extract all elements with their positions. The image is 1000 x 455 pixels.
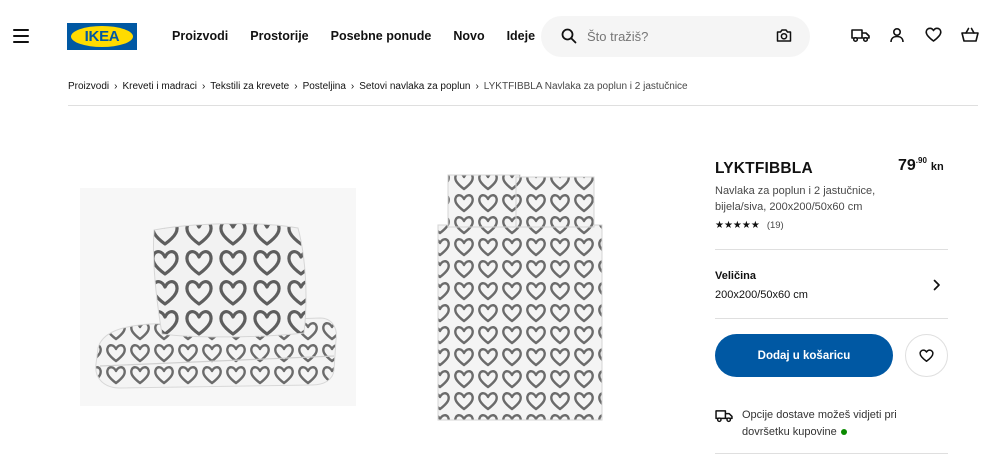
- menu-icon[interactable]: [13, 29, 29, 43]
- heart-icon: [919, 348, 934, 362]
- breadcrumb-current: LYKTFIBBLA Navlaka za poplun i 2 jastučn…: [483, 81, 688, 92]
- search-input[interactable]: Što tražiš?: [541, 16, 810, 57]
- chevron-right-icon: ›: [475, 81, 479, 92]
- cart-icon[interactable]: [961, 27, 979, 43]
- main-nav: Proizvodi Prostorije Posebne ponude Novo…: [172, 29, 557, 43]
- chevron-right-icon: ›: [114, 81, 118, 92]
- size-label: Veličina: [715, 270, 756, 282]
- breadcrumb-item-tekstili[interactable]: Tekstili za krevete: [210, 81, 289, 92]
- truck-icon: [715, 410, 733, 423]
- star-rating-icon: ★★★★★: [715, 220, 760, 231]
- product-title: LYKTFIBBLA: [715, 160, 813, 177]
- product-description: Navlaka za poplun i 2 jastučnice, bijela…: [715, 185, 876, 213]
- product-price: 79.90kn: [898, 156, 944, 175]
- nav-item-proizvodi[interactable]: Proizvodi: [172, 29, 228, 43]
- divider: [68, 105, 978, 106]
- status-dot-icon: [840, 429, 847, 436]
- breadcrumb-item-setovi[interactable]: Setovi navlaka za poplun: [359, 81, 470, 92]
- rating-count: (19): [766, 220, 784, 231]
- favourite-button[interactable]: [905, 334, 948, 377]
- camera-icon[interactable]: [776, 28, 792, 43]
- delivery-info: Opcije dostave možeš vidjeti pri dovršet…: [742, 407, 922, 441]
- divider: [715, 249, 948, 250]
- site-header: IKEA Proizvodi Prostorije Posebne ponude…: [0, 0, 1000, 72]
- breadcrumb-item-proizvodi[interactable]: Proizvodi: [68, 81, 109, 92]
- search-icon: [561, 28, 577, 44]
- breadcrumb-item-kreveti[interactable]: Kreveti i madraci: [122, 81, 196, 92]
- search-placeholder: Što tražiš?: [587, 29, 649, 44]
- nav-item-posebne-ponude[interactable]: Posebne ponude: [331, 29, 432, 43]
- chevron-right-icon: ›: [294, 81, 298, 92]
- heart-icon[interactable]: [925, 27, 942, 43]
- product-image-secondary[interactable]: [428, 170, 608, 425]
- truck-icon[interactable]: [851, 27, 870, 43]
- add-to-cart-button[interactable]: Dodaj u košaricu: [715, 334, 893, 377]
- product-image-main[interactable]: [80, 188, 356, 406]
- user-icon[interactable]: [889, 27, 905, 43]
- breadcrumb: Proizvodi › Kreveti i madraci › Tekstili za …: [68, 81, 688, 92]
- nav-item-ideje[interactable]: Ideje: [507, 29, 536, 43]
- ikea-logo[interactable]: IKEA: [67, 23, 137, 50]
- breadcrumb-item-posteljina[interactable]: Posteljina: [303, 81, 346, 92]
- size-value: 200x200/50x60 cm: [715, 289, 808, 301]
- nav-item-novo[interactable]: Novo: [453, 29, 484, 43]
- chevron-right-icon: [933, 279, 940, 291]
- price-integer: 79: [898, 157, 916, 174]
- nav-item-prostorije[interactable]: Prostorije: [250, 29, 308, 43]
- price-currency: kn: [930, 161, 944, 173]
- logo-text: IKEA: [84, 28, 120, 45]
- divider: [715, 318, 948, 319]
- divider: [715, 453, 948, 454]
- chevron-right-icon: ›: [201, 81, 206, 92]
- product-rating[interactable]: ★★★★★ (19): [715, 220, 784, 231]
- delivery-info-text: Opcije dostave možeš vidjeti pri dovršet…: [742, 409, 897, 438]
- price-decimal: .90: [915, 156, 927, 165]
- chevron-right-icon: ›: [350, 81, 355, 92]
